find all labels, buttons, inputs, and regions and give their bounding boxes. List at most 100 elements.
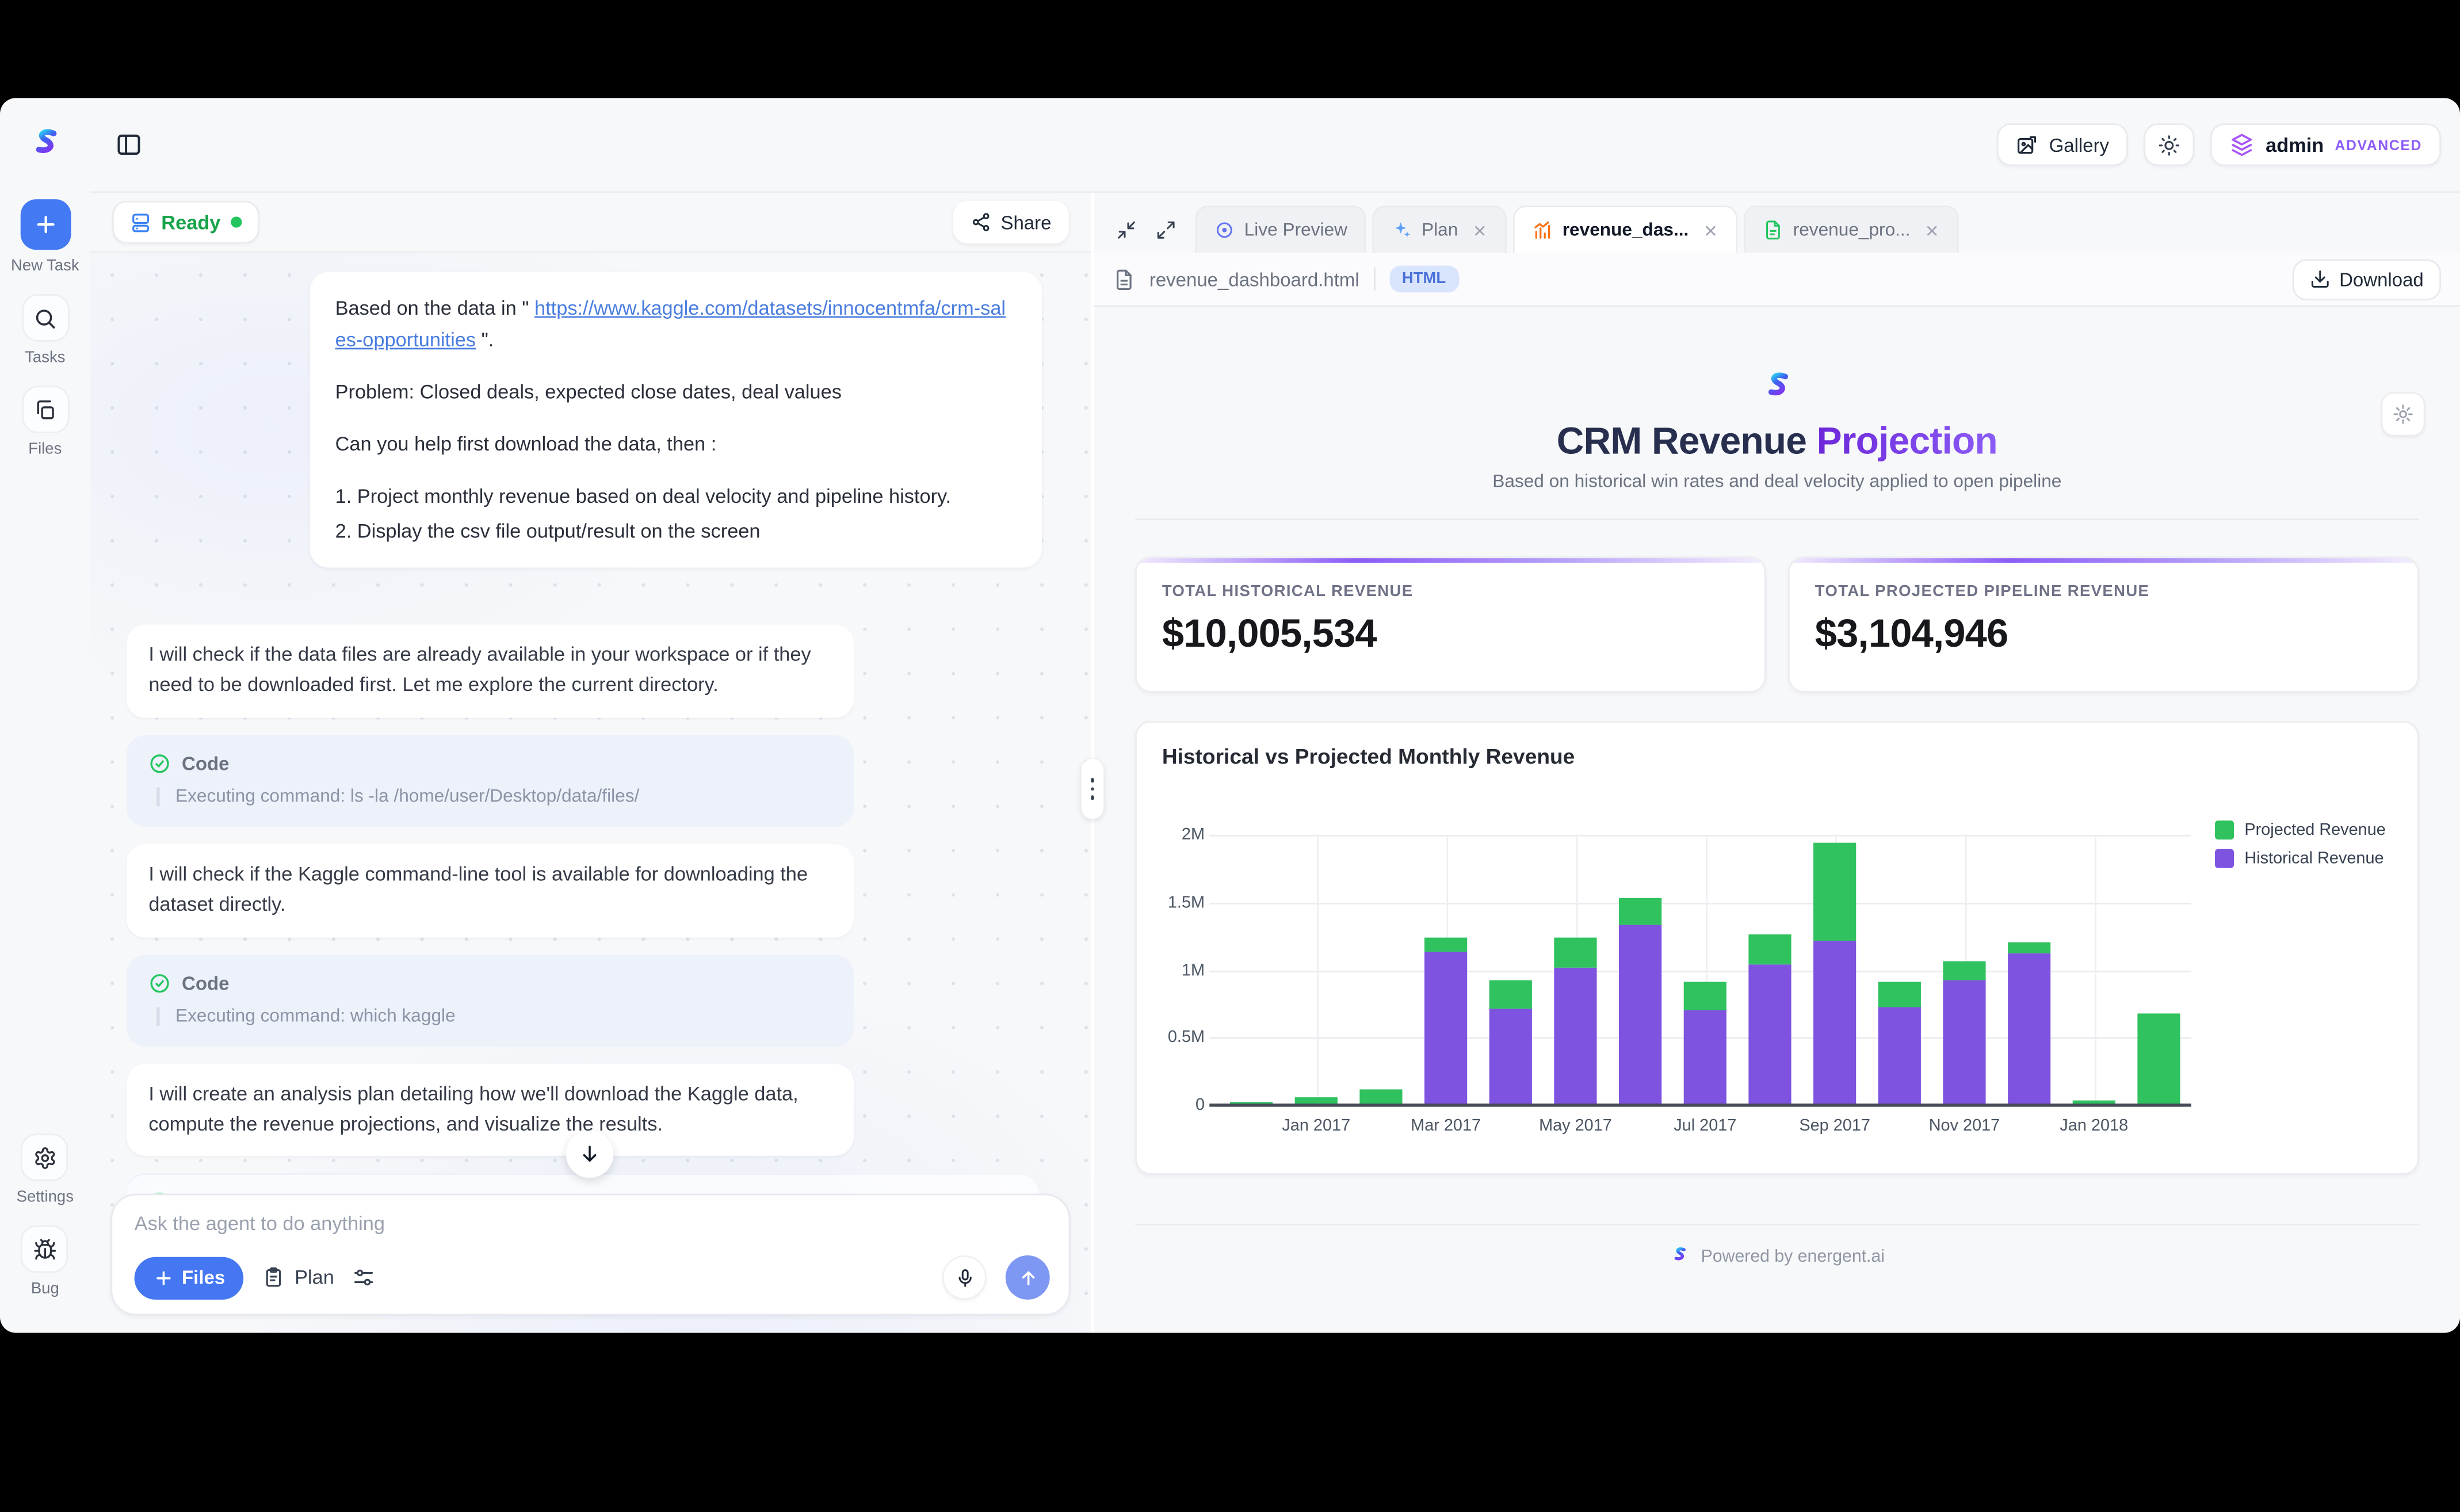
energent-logo-icon [26, 127, 64, 165]
new-task-button[interactable] [20, 199, 70, 250]
stat-value: $3,104,946 [1815, 612, 2392, 658]
close-icon [1924, 222, 1940, 238]
y-axis-tick: 1M [1182, 960, 1205, 979]
stat-card-historical: TOTAL HISTORICAL REVENUE $10,005,534 [1135, 556, 1766, 692]
check-circle-icon [148, 972, 170, 994]
toggle-sidebar-button[interactable] [116, 131, 143, 158]
share-button[interactable]: Share [953, 201, 1069, 243]
files-button-label: Files [182, 1266, 225, 1288]
close-icon [1472, 222, 1488, 238]
tasks-label: Tasks [25, 349, 65, 366]
tab-plan[interactable]: Plan [1373, 205, 1507, 253]
tool-detail: Executing command: which kaggle [156, 1006, 831, 1025]
bar-historical [1489, 1009, 1532, 1105]
attach-files-button[interactable]: Files [135, 1256, 245, 1299]
plan-badge: ADVANCED [2335, 137, 2423, 152]
download-button[interactable]: Download [2292, 258, 2441, 299]
dashboard-footer: Powered by energent.ai [1135, 1246, 2419, 1266]
sun-icon [2158, 133, 2180, 155]
tab-label: Plan [1422, 220, 1458, 239]
dashboard-subtitle: Based on historical win rates and deal v… [1135, 473, 2419, 492]
stat-card-projected: TOTAL PROJECTED PIPELINE REVENUE $3,104,… [1788, 556, 2419, 692]
plus-icon [32, 212, 58, 237]
agent-message: I will check if the Kaggle command-line … [127, 844, 854, 937]
x-axis-line [1209, 1104, 2191, 1106]
bar-projected [2137, 1013, 2180, 1105]
theme-toggle-button[interactable] [2144, 123, 2195, 166]
check-circle-icon [148, 752, 170, 774]
bar-historical [1424, 952, 1467, 1105]
file-bar: revenue_dashboard.html HTML Download [1094, 253, 2460, 307]
computer-icon [129, 211, 151, 233]
tasks-button[interactable] [21, 294, 68, 341]
stat-value: $10,005,534 [1162, 612, 1739, 658]
username: admin [2266, 133, 2324, 155]
energent-logo-icon [1670, 1246, 1690, 1266]
settings-label: Settings [17, 1189, 74, 1206]
dashboard-preview[interactable]: CRM Revenue Projection Based on historic… [1094, 307, 2460, 1332]
gear-icon [33, 1146, 57, 1169]
bar-projected [1748, 935, 1791, 965]
tab-revenue-projection[interactable]: revenue_pro... [1744, 205, 1959, 253]
files-button[interactable] [21, 386, 68, 433]
tab-close-button[interactable] [1924, 222, 1940, 238]
x-axis-tick: Mar 2017 [1411, 1116, 1481, 1135]
bug-label: Bug [31, 1281, 59, 1298]
y-axis-tick: 1.5M [1168, 893, 1205, 912]
plan-mode-button[interactable]: Plan [263, 1266, 334, 1288]
collapse-panel-button[interactable] [1116, 220, 1137, 240]
bar-projected [1619, 898, 1661, 925]
scroll-to-bottom-button[interactable] [566, 1131, 613, 1178]
plan-button-label: Plan [295, 1266, 334, 1288]
stat-label: TOTAL PROJECTED PIPELINE REVENUE [1815, 583, 2392, 601]
tab-close-button[interactable] [1703, 222, 1718, 238]
panel-divider[interactable] [1091, 193, 1094, 1332]
sliders-icon [353, 1266, 375, 1288]
account-menu[interactable]: admin ADVANCED [2210, 123, 2441, 166]
agent-status-badge[interactable]: Ready [112, 201, 258, 243]
user-message-p1: Based on the data in " https://www.kaggl… [335, 292, 1017, 356]
x-axis-tick: Sep 2017 [1799, 1116, 1870, 1135]
settings-button[interactable] [21, 1133, 68, 1181]
tab-revenue-dashboard[interactable]: revenue_das... [1514, 205, 1738, 253]
screen: New Task Tasks Files Settings Bug [0, 0, 2460, 1512]
arrow-up-icon [1017, 1267, 1038, 1288]
legend-swatch [2214, 820, 2233, 839]
panel-resize-handle[interactable] [1082, 759, 1103, 819]
status-text: Ready [161, 211, 220, 233]
microphone-icon [954, 1267, 975, 1288]
bar-historical [1619, 925, 1661, 1105]
tab-live-preview[interactable]: Live Preview [1195, 205, 1366, 253]
search-icon [33, 306, 57, 330]
bar-historical [1813, 940, 1856, 1105]
tool-call-card[interactable]: Code Executing command: ls -la /home/use… [127, 735, 854, 826]
bug-button[interactable] [21, 1225, 68, 1273]
chat-input-card: Files Plan [110, 1194, 1070, 1316]
share-icon [971, 212, 991, 232]
expand-icon [1156, 220, 1176, 240]
bar-projected [1359, 1089, 1402, 1105]
sparkles-icon [1392, 220, 1412, 240]
card-accent-bar [1137, 558, 1764, 563]
download-icon [2309, 269, 2330, 289]
chat-input[interactable] [135, 1213, 1050, 1235]
y-axis-tick: 0.5M [1168, 1028, 1205, 1047]
workflow-options-button[interactable] [353, 1266, 375, 1288]
tool-call-card[interactable]: Code Executing command: which kaggle [127, 954, 854, 1045]
dashboard-settings-button[interactable] [2381, 392, 2425, 437]
expand-panel-button[interactable] [1156, 220, 1176, 240]
open-filename: revenue_dashboard.html [1149, 268, 1359, 290]
chart-title: Historical vs Projected Monthly Revenue [1162, 744, 1575, 768]
filetype-badge: HTML [1389, 266, 1458, 293]
voice-input-button[interactable] [942, 1255, 987, 1300]
energent-logo-icon [1759, 370, 1795, 406]
gallery-button[interactable]: Gallery [1997, 123, 2128, 166]
tab-close-button[interactable] [1472, 222, 1488, 238]
file-icon [1763, 220, 1783, 240]
legend-swatch [2214, 849, 2233, 868]
user-message-item-1: 1. Project monthly revenue based on deal… [335, 480, 1017, 512]
send-button[interactable] [1006, 1255, 1050, 1300]
gridline [2094, 835, 2096, 1105]
legend-entry: Historical Revenue [2214, 849, 2386, 868]
card-accent-bar [1790, 558, 2417, 563]
